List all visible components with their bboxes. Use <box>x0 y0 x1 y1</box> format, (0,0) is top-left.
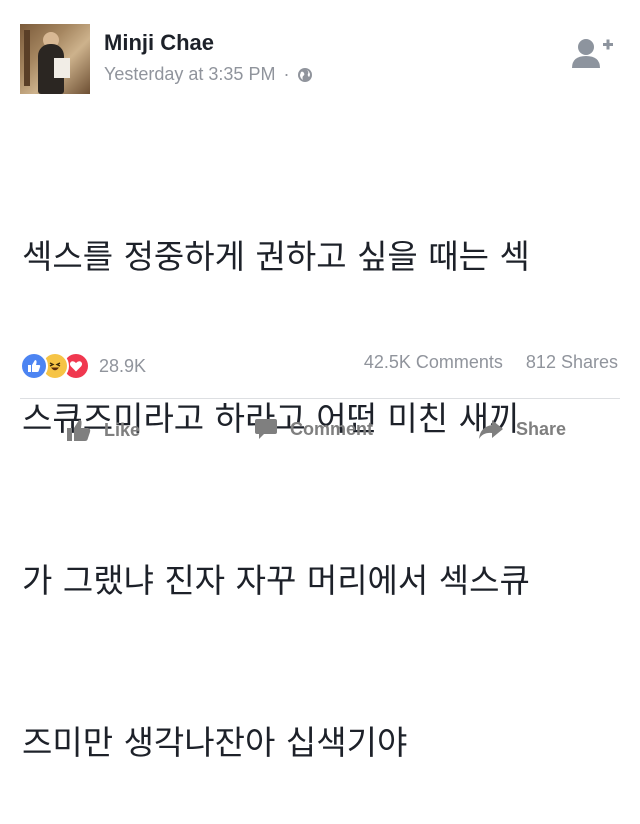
author-name[interactable]: Minji Chae <box>104 30 214 56</box>
thumbs-up-icon <box>67 419 91 441</box>
comment-button[interactable]: Comment <box>254 418 373 440</box>
reaction-count: 28.9K <box>99 355 147 376</box>
post-meta: Yesterday at 3:35 PM · <box>104 64 313 85</box>
avatar-paper <box>54 58 70 78</box>
action-bar: Like Comment Share <box>0 408 640 448</box>
avatar-door <box>24 30 30 86</box>
like-button[interactable]: Like <box>66 418 140 442</box>
shares-count[interactable]: 812 Shares <box>526 352 618 372</box>
comment-icon <box>255 419 277 439</box>
comment-button-label: Comment <box>290 418 374 439</box>
post-body: 섹스를 정중하게 권하고 싶을 때는 섹 스큐즈미라고 하라고 어떤 미친 새끼… <box>22 122 622 824</box>
like-button-label: Like <box>104 419 141 440</box>
add-friend-icon[interactable] <box>570 36 614 70</box>
post-header: Minji Chae Yesterday at 3:35 PM · <box>0 0 640 110</box>
like-reaction-icon <box>20 352 48 380</box>
share-button-label: Share <box>516 418 567 439</box>
avatar[interactable] <box>20 24 90 94</box>
post-text-line: 가 그랬냐 진자 자꾸 머리에서 섹스큐 <box>22 561 530 600</box>
reactions-summary[interactable]: 28.9K <box>20 352 146 380</box>
engagement-stats: 28.9K 42.5K Comments 812 Shares <box>0 340 640 384</box>
share-button[interactable]: Share <box>478 418 566 440</box>
comments-count[interactable]: 42.5K Comments <box>364 352 503 372</box>
share-icon <box>479 420 503 439</box>
globe-icon[interactable] <box>297 67 313 83</box>
actions-divider <box>20 398 620 399</box>
post-timestamp[interactable]: Yesterday at 3:35 PM <box>104 64 275 85</box>
post-text-line: 즈미만 생각나잔아 십색기야 <box>22 723 408 762</box>
post-text-line: 섹스를 정중하게 권하고 싶을 때는 섹 <box>22 237 530 276</box>
meta-separator: · <box>283 64 290 84</box>
comments-shares: 42.5K Comments 812 Shares <box>346 352 618 373</box>
